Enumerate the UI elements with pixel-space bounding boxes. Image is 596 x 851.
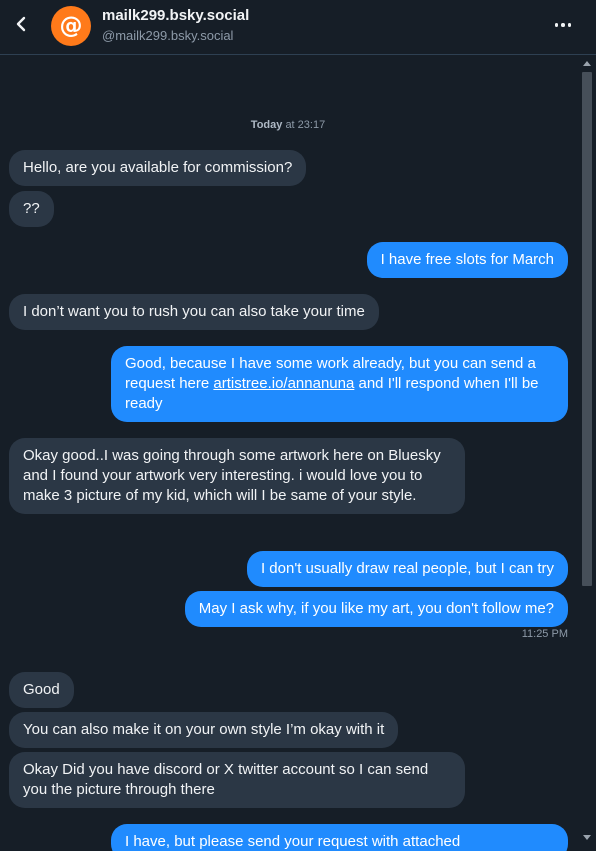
message-timestamp: 11:25 PM xyxy=(522,628,568,640)
avatar[interactable]: @ xyxy=(51,6,91,46)
scroll-down-arrow-icon[interactable] xyxy=(583,835,591,840)
message-bubble-outgoing[interactable]: I have, but please send your request wit… xyxy=(111,824,568,851)
at-sign-icon: @ xyxy=(60,15,83,38)
more-options-button[interactable] xyxy=(548,10,578,40)
message-bubble-outgoing[interactable]: May I ask why, if you like my art, you d… xyxy=(185,591,568,627)
message-bubble-incoming[interactable]: Okay Did you have discord or X twitter a… xyxy=(9,752,465,808)
message-list[interactable]: Today at 23:17 Hello, are you available … xyxy=(0,55,580,851)
message-bubble-outgoing[interactable]: Good, because I have some work already, … xyxy=(111,346,568,422)
message-bubble-incoming[interactable]: ?? xyxy=(9,191,54,227)
scrollbar[interactable] xyxy=(580,55,596,851)
scroll-up-arrow-icon[interactable] xyxy=(583,61,591,66)
message-bubble-outgoing[interactable]: I have free slots for March xyxy=(367,242,568,278)
message-bubble-incoming[interactable]: Hello, are you available for commission? xyxy=(9,150,306,186)
conversation-header: @ mailk299.bsky.social @mailk299.bsky.so… xyxy=(0,0,596,55)
conversation-title[interactable]: mailk299.bsky.social xyxy=(102,7,249,24)
conversation-handle: @mailk299.bsky.social xyxy=(102,28,233,43)
scroll-thumb[interactable] xyxy=(582,72,592,586)
back-button[interactable] xyxy=(6,8,38,40)
date-divider: Today at 23:17 xyxy=(0,119,576,131)
message-bubble-incoming[interactable]: I don’t want you to rush you can also ta… xyxy=(9,294,379,330)
message-bubble-incoming[interactable]: Good xyxy=(9,672,74,708)
message-bubble-outgoing[interactable]: I don't usually draw real people, but I … xyxy=(247,551,568,587)
message-bubble-incoming[interactable]: You can also make it on your own style I… xyxy=(9,712,398,748)
artistree-link[interactable]: artistree.io/annanuna xyxy=(213,375,354,392)
message-bubble-incoming[interactable]: Okay good..I was going through some artw… xyxy=(9,438,465,514)
ellipsis-horizontal-icon xyxy=(555,23,559,27)
chevron-left-icon xyxy=(15,16,29,32)
